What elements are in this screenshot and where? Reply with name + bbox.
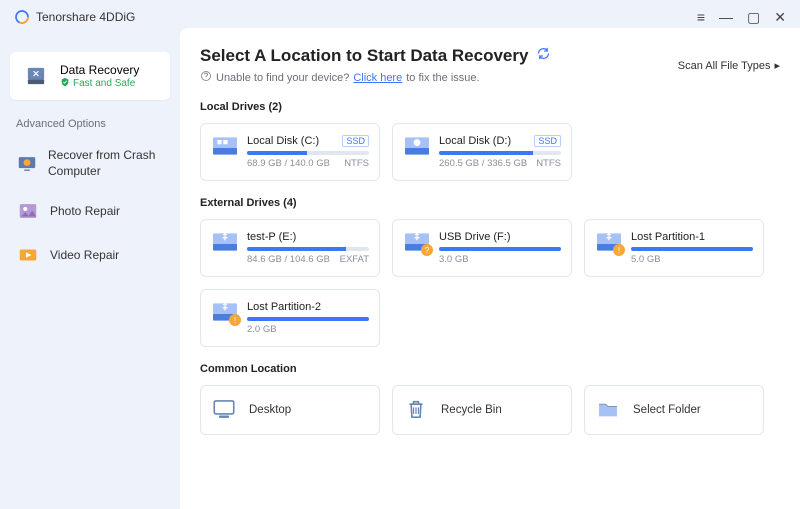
shield-icon — [60, 77, 70, 90]
external-drives-list: test-P (E:) 84.6 GB / 104.6 GB EXFAT ? — [200, 219, 780, 347]
desktop-icon — [211, 396, 239, 424]
video-icon — [16, 243, 40, 267]
sidebar-data-recovery[interactable]: Data Recovery Fast and Safe — [10, 52, 170, 100]
help-icon — [200, 70, 212, 85]
sidebar-item-label: Recover from Crash Computer — [48, 148, 164, 179]
drive-usage-bar — [439, 247, 561, 251]
ssd-badge: SSD — [534, 135, 561, 147]
sidebar: Data Recovery Fast and Safe Advanced Opt… — [0, 28, 180, 509]
usb-icon — [211, 230, 239, 254]
drive-name: Lost Partition-2 — [247, 301, 321, 313]
sidebar-item-video-repair[interactable]: Video Repair — [0, 233, 180, 277]
ssd-badge: SSD — [342, 135, 369, 147]
drive-card[interactable]: Local Disk (D:) SSD 260.5 GB / 336.5 GB … — [392, 123, 572, 181]
trash-icon — [403, 396, 431, 424]
location-label: Recycle Bin — [441, 404, 502, 416]
location-recycle-bin[interactable]: Recycle Bin — [392, 385, 572, 435]
menu-icon[interactable]: ≡ — [697, 10, 705, 24]
drive-size: 5.0 GB — [631, 254, 661, 265]
sidebar-primary-subtitle: Fast and Safe — [60, 77, 139, 90]
app-logo-icon — [14, 9, 30, 25]
drive-size: 260.5 GB / 336.5 GB — [439, 158, 527, 169]
section-common-location-title: Common Location — [200, 363, 780, 375]
app-title: Tenorshare 4DDiG — [36, 10, 135, 24]
drive-card[interactable]: ! Lost Partition-1 5.0 GB — [584, 219, 764, 277]
hdd-icon — [211, 134, 239, 158]
drive-size: 84.6 GB / 104.6 GB — [247, 254, 330, 265]
sidebar-item-photo-repair[interactable]: Photo Repair — [0, 189, 180, 233]
drive-size: 2.0 GB — [247, 324, 277, 335]
main-panel: Select A Location to Start Data Recovery… — [180, 28, 800, 509]
warning-badge: ? — [421, 244, 433, 256]
minimize-icon[interactable]: — — [719, 10, 733, 24]
drive-name: Local Disk (C:) — [247, 135, 319, 147]
location-label: Select Folder — [633, 404, 701, 416]
monitor-icon — [16, 152, 38, 176]
maximize-icon[interactable]: ▢ — [747, 10, 760, 24]
drive-usage-bar — [247, 151, 369, 155]
hdd-icon — [403, 134, 431, 158]
drive-name: USB Drive (F:) — [439, 231, 511, 243]
close-icon[interactable]: ✕ — [774, 10, 786, 24]
help-link[interactable]: Click here — [353, 72, 402, 84]
photo-icon — [16, 199, 40, 223]
drive-usage-bar — [247, 247, 369, 251]
location-label: Desktop — [249, 404, 291, 416]
drive-name: Local Disk (D:) — [439, 135, 511, 147]
title-bar: Tenorshare 4DDiG ≡ — ▢ ✕ — [0, 0, 800, 28]
drive-fs: NTFS — [536, 158, 561, 169]
drive-card[interactable]: test-P (E:) 84.6 GB / 104.6 GB EXFAT — [200, 219, 380, 277]
drive-usage-bar — [631, 247, 753, 251]
drive-name: Lost Partition-1 — [631, 231, 705, 243]
recovery-icon — [22, 62, 50, 90]
help-text: Unable to find your device? Click here t… — [200, 70, 551, 85]
usb-icon: ! — [211, 300, 239, 324]
drive-name: test-P (E:) — [247, 231, 296, 243]
warning-badge: ! — [229, 314, 241, 326]
drive-usage-bar — [247, 317, 369, 321]
drive-card[interactable]: ! Lost Partition-2 2.0 GB — [200, 289, 380, 347]
sidebar-primary-title: Data Recovery — [60, 63, 139, 77]
location-desktop[interactable]: Desktop — [200, 385, 380, 435]
page-title: Select A Location to Start Data Recovery — [200, 46, 528, 66]
drive-usage-bar — [439, 151, 561, 155]
drive-card[interactable]: Local Disk (C:) SSD 68.9 GB / 140.0 GB N… — [200, 123, 380, 181]
sidebar-item-label: Photo Repair — [50, 204, 120, 218]
drive-size: 68.9 GB / 140.0 GB — [247, 158, 330, 169]
usb-icon: ! — [595, 230, 623, 254]
chevron-right-icon: ▸ — [774, 59, 780, 72]
drive-size: 3.0 GB — [439, 254, 469, 265]
location-select-folder[interactable]: Select Folder — [584, 385, 764, 435]
folder-icon — [595, 396, 623, 424]
refresh-icon[interactable] — [536, 46, 551, 66]
drive-fs: NTFS — [344, 158, 369, 169]
local-drives-list: Local Disk (C:) SSD 68.9 GB / 140.0 GB N… — [200, 123, 780, 181]
drive-fs: EXFAT — [340, 254, 369, 265]
sidebar-item-crash-recovery[interactable]: Recover from Crash Computer — [0, 138, 180, 189]
section-external-drives-title: External Drives (4) — [200, 197, 780, 209]
common-location-list: Desktop Recycle Bin Select Folder — [200, 385, 780, 435]
scan-file-types[interactable]: Scan All File Types ▸ — [678, 59, 780, 72]
section-local-drives-title: Local Drives (2) — [200, 101, 780, 113]
sidebar-item-label: Video Repair — [50, 248, 119, 262]
advanced-options-label: Advanced Options — [0, 118, 180, 138]
drive-card[interactable]: ? USB Drive (F:) 3.0 GB — [392, 219, 572, 277]
usb-icon: ? — [403, 230, 431, 254]
warning-badge: ! — [613, 244, 625, 256]
